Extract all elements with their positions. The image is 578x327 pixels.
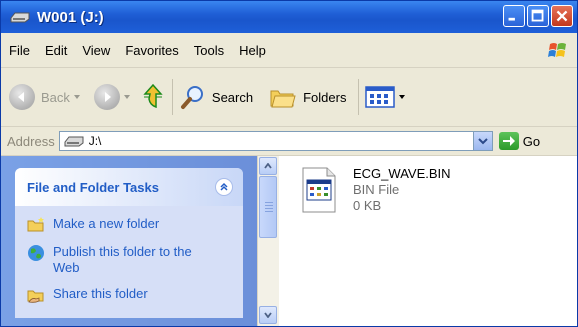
chevron-up-icon: [220, 182, 228, 191]
file-type: BIN File: [353, 182, 400, 197]
minimize-button[interactable]: [503, 5, 525, 27]
menu-view[interactable]: View: [82, 43, 110, 58]
drive-icon: [64, 136, 84, 147]
back-button[interactable]: Back: [9, 77, 80, 117]
toolbar-separator: [171, 79, 173, 115]
forward-arrow-icon: [93, 84, 120, 110]
task-panel-header[interactable]: File and Folder Tasks: [15, 168, 243, 206]
task-label: Make a new folder: [53, 216, 160, 231]
drive-icon: [10, 12, 30, 23]
chevron-down-icon: [264, 312, 272, 318]
scroll-thumb[interactable]: [259, 176, 277, 238]
window-controls: [503, 5, 573, 27]
task-make-new-folder[interactable]: Make a new folder: [27, 216, 243, 234]
back-arrow-icon: [9, 84, 35, 110]
windows-logo-icon: [548, 43, 566, 57]
menu-bar: File Edit View Favorites Tools Help: [1, 33, 577, 68]
content-area: File and Folder Tasks Make a new folder: [1, 156, 577, 326]
address-dropdown-button[interactable]: [472, 132, 492, 150]
task-label: Share this folder: [53, 286, 148, 301]
forward-button[interactable]: [93, 77, 130, 117]
views-button[interactable]: [365, 77, 406, 117]
task-publish-folder[interactable]: Publish this folder to the Web: [27, 244, 243, 276]
go-label: Go: [522, 133, 541, 149]
maximize-icon: [531, 9, 544, 22]
go-button[interactable]: Go: [498, 132, 541, 150]
task-panel-title: File and Folder Tasks: [27, 179, 159, 195]
address-value: J:\: [88, 134, 102, 148]
toolbar: Back Search Folders: [1, 68, 577, 127]
publish-web-icon: [28, 245, 44, 261]
title-bar[interactable]: W001 (J:): [1, 1, 577, 33]
minimize-icon: [508, 17, 515, 21]
vertical-scrollbar[interactable]: [257, 156, 279, 326]
up-folder-icon: [143, 83, 163, 109]
chevron-down-icon: [123, 95, 130, 99]
address-input[interactable]: J:\: [58, 131, 493, 151]
close-button[interactable]: [551, 5, 573, 27]
chevron-down-icon: [399, 95, 406, 99]
menu-tools[interactable]: Tools: [194, 43, 224, 58]
close-icon: [556, 10, 568, 22]
file-name: ECG_WAVE.BIN: [353, 166, 451, 181]
grip-line: [265, 211, 273, 212]
maximize-button[interactable]: [527, 5, 549, 27]
file-details: ECG_WAVE.BIN BIN File 0 KB: [353, 166, 451, 214]
menu-edit[interactable]: Edit: [45, 43, 67, 58]
folders-icon: [270, 90, 296, 108]
window-title: W001 (J:): [37, 8, 104, 26]
address-bar: Address J:\ Go: [1, 127, 577, 156]
file-folder-tasks-panel: File and Folder Tasks Make a new folder: [15, 168, 243, 318]
menu-help[interactable]: Help: [239, 43, 266, 58]
bin-file-icon: [302, 167, 336, 213]
chevron-down-icon: [477, 138, 488, 145]
menu-favorites[interactable]: Favorites: [125, 43, 178, 58]
views-icon: [365, 86, 396, 108]
folders-button[interactable]: Folders: [269, 77, 346, 117]
menu-file[interactable]: File: [9, 43, 30, 58]
chevron-up-icon: [264, 163, 272, 169]
search-button[interactable]: Search: [179, 77, 253, 117]
go-arrow-icon: [498, 132, 519, 150]
address-label: Address: [7, 133, 55, 149]
search-label: Search: [211, 89, 254, 105]
up-folder-button[interactable]: [140, 77, 166, 117]
scroll-up-button[interactable]: [259, 157, 277, 175]
search-icon: [180, 86, 203, 109]
collapse-button[interactable]: [215, 178, 233, 196]
folders-label: Folders: [303, 89, 347, 105]
back-label: Back: [41, 89, 70, 105]
file-list: ECG_WAVE.BIN BIN File 0 KB: [279, 156, 577, 326]
share-folder-icon: [27, 290, 44, 303]
grip-line: [265, 208, 273, 209]
chevron-down-icon: [73, 95, 80, 99]
tasks-pane: File and Folder Tasks Make a new folder: [1, 156, 257, 326]
new-folder-icon: [27, 217, 44, 232]
toolbar-separator: [358, 79, 360, 115]
task-label: Publish this folder to the Web: [53, 244, 192, 275]
explorer-window: W001 (J:) File Edit View Favorites Tools…: [0, 0, 578, 327]
file-size: 0 KB: [353, 198, 382, 213]
scroll-down-button[interactable]: [259, 306, 277, 324]
task-share-folder[interactable]: Share this folder: [27, 286, 243, 304]
grip-line: [265, 205, 273, 206]
grip-line: [265, 202, 273, 203]
file-item[interactable]: ECG_WAVE.BIN BIN File 0 KB: [299, 166, 451, 214]
